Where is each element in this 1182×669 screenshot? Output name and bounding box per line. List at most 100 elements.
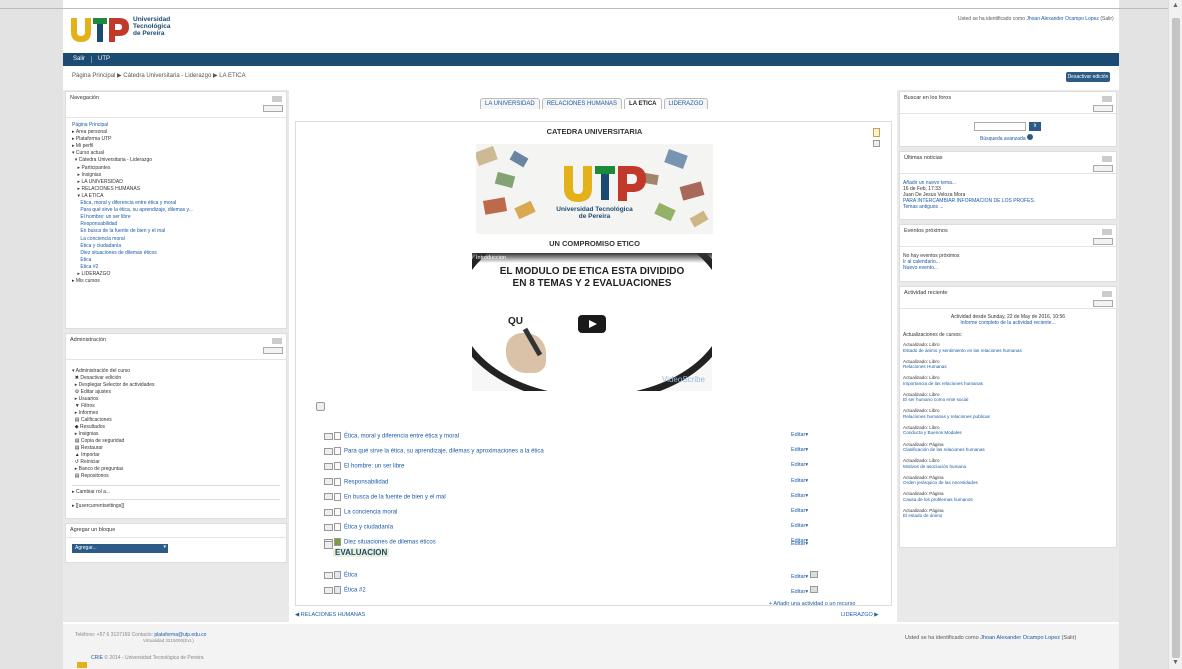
admin-item[interactable]: ▤ Repositorios: [72, 473, 280, 480]
quiz-edit-link[interactable]: Editar▾: [791, 586, 818, 595]
admin-item[interactable]: ▤ Calificaciones: [72, 417, 280, 424]
disable-editing-button[interactable]: Desactivar edición: [1066, 72, 1110, 82]
dock-icon[interactable]: [1102, 229, 1112, 235]
update-link[interactable]: Motivos de asociación humana: [903, 464, 1115, 470]
block-actions-icon[interactable]: [1093, 238, 1113, 245]
nav-item[interactable]: El hombre: un ser libre: [72, 214, 280, 221]
admin-item[interactable]: ▸ Informes: [72, 410, 280, 417]
admin-item[interactable]: ◆ Resultados: [72, 424, 280, 431]
next-section-link[interactable]: LIDERAZGO ▶: [841, 612, 879, 618]
utp-logo[interactable]: Universidad Tecnológica de Pereira: [69, 14, 179, 46]
roles-icon[interactable]: [809, 586, 818, 593]
update-link[interactable]: Causa de los problemas humanos: [903, 497, 1115, 503]
update-link[interactable]: El ser humano como ente social: [903, 397, 1115, 403]
crie-link[interactable]: CRIE: [91, 655, 103, 661]
full-report-link[interactable]: Informe completo de la actividad recient…: [960, 320, 1055, 326]
navbar-utp[interactable]: UTP: [98, 56, 110, 62]
activity-edit-link[interactable]: Editar▾: [791, 493, 808, 499]
play-button[interactable]: [578, 315, 606, 333]
move-icon[interactable]: [324, 493, 333, 501]
nav-item[interactable]: ▸ LIDERAZGO: [72, 271, 280, 278]
advanced-search-link[interactable]: Búsqueda avanzada: [980, 134, 1033, 142]
add-block-select[interactable]: Agregar... ▾: [72, 544, 168, 553]
activity-item[interactable]: Para qué sirve la ética, su aprendizaje,…: [324, 447, 544, 456]
nav-item[interactable]: ▸ Mi perfil: [72, 143, 280, 150]
search-forums-button[interactable]: Ir: [1029, 122, 1041, 131]
admin-item[interactable]: ▸ Desplegar Selector de actividades: [72, 382, 280, 389]
activity-label[interactable]: Responsabilidad: [344, 479, 388, 485]
activity-item[interactable]: La conciencia moral: [324, 508, 397, 516]
activity-item[interactable]: Ética, moral y diferencia entre ética y …: [324, 432, 459, 440]
nav-item[interactable]: Ética #2: [72, 264, 280, 271]
footer-logout-link[interactable]: (Salir): [1062, 635, 1077, 641]
block-actions-icon[interactable]: [1093, 105, 1113, 112]
dock-icon[interactable]: [272, 96, 282, 102]
activity-edit-link[interactable]: Editar▾: [791, 462, 808, 468]
quiz-item[interactable]: Ética: [324, 571, 357, 579]
move-icon[interactable]: [324, 478, 333, 486]
block-actions-icon[interactable]: [263, 347, 283, 354]
page-scrollbar[interactable]: ▲ ▼: [1168, 0, 1182, 669]
update-link[interactable]: Orden jerárquico de las necesidades: [903, 480, 1115, 486]
show-icon[interactable]: [873, 140, 880, 147]
scroll-down-icon[interactable]: ▼: [1172, 659, 1179, 666]
nav-item[interactable]: Diez situaciones de dilemas éticos: [72, 250, 280, 257]
activity-item[interactable]: Responsabilidad: [324, 477, 388, 486]
block-actions-icon[interactable]: [1093, 165, 1113, 172]
new-event-link[interactable]: Nuevo evento...: [903, 265, 938, 271]
activity-label[interactable]: Para qué sirve la ética, su aprendizaje,…: [344, 449, 544, 455]
activity-label[interactable]: Ética y ciudadanía: [344, 525, 393, 531]
help-icon[interactable]: [1026, 134, 1033, 140]
activity-edit-link[interactable]: Editar▾: [791, 447, 808, 453]
admin-item[interactable]: ▲ Importar: [72, 452, 280, 459]
scroll-thumb[interactable]: [1172, 18, 1180, 658]
move-icon[interactable]: [324, 586, 333, 594]
tab-la-universidad[interactable]: LA UNIVERSIDAD: [480, 98, 540, 109]
tab-la-etica[interactable]: LA ETICA: [624, 98, 662, 109]
search-forums-input[interactable]: [974, 122, 1026, 131]
nav-item[interactable]: En busca de la fuente de bien y el mal: [72, 228, 280, 235]
move-icon[interactable]: [324, 462, 333, 470]
nav-item[interactable]: ▸ Área personal: [72, 129, 280, 136]
label-move-icon[interactable]: [324, 541, 333, 549]
admin-item[interactable]: ▸ Cambiar rol a...: [72, 485, 280, 496]
move-icon[interactable]: [324, 571, 333, 579]
nav-item[interactable]: La conciencia moral: [72, 236, 280, 243]
nav-item[interactable]: Para qué sirve la ética, su aprendizaje,…: [72, 207, 280, 214]
section-edit-icon[interactable]: [316, 402, 325, 411]
update-link[interactable]: Conducta y Buenos Modales: [903, 430, 1115, 436]
quiz-item[interactable]: Ética #2: [324, 586, 366, 594]
move-icon[interactable]: [324, 432, 333, 440]
nav-item[interactable]: ▸ RELACIONES HUMANAS: [72, 186, 280, 193]
dock-icon[interactable]: [1102, 291, 1112, 297]
activity-edit-link[interactable]: Editar▾: [791, 478, 808, 484]
prev-section-link[interactable]: ◀ RELACIONES HUMANAS: [295, 612, 365, 618]
update-link[interactable]: Relaciones humanas y relaciones publicas: [903, 414, 1115, 420]
nav-item[interactable]: ▸ Plataforma UTP: [72, 136, 280, 143]
older-topics-link[interactable]: Temas antiguos ...: [903, 204, 944, 210]
admin-item[interactable]: ⚙ Editar ajustes: [72, 389, 280, 396]
logout-link[interactable]: (Salir): [1100, 16, 1113, 22]
nav-item[interactable]: Responsabilidad: [72, 221, 280, 228]
admin-item[interactable]: ▼ Filtros: [72, 403, 280, 410]
admin-item[interactable]: ▸ Usuarios: [72, 396, 280, 403]
add-activity-link[interactable]: + Añadir una actividad o un recurso: [769, 601, 855, 607]
nav-item[interactable]: ▾ LA ETICA: [72, 193, 280, 200]
nav-item[interactable]: ▸ Insignias: [72, 172, 280, 179]
admin-item[interactable]: ▸ Banco de preguntas: [72, 466, 280, 473]
activity-label[interactable]: Ética, moral y diferencia entre ética y …: [344, 434, 459, 440]
dock-icon[interactable]: [1102, 156, 1112, 162]
activity-label[interactable]: El hombre: un ser libre: [344, 464, 404, 470]
admin-item[interactable]: ▤ Copia de seguridad: [72, 438, 280, 445]
activity-label[interactable]: Diez situaciones de dilemas éticos: [344, 540, 436, 546]
activity-label[interactable]: En busca de la fuente de bien y el mal: [344, 494, 446, 500]
login-user-link[interactable]: Jhoan Alexander Ocampo Lopez: [1026, 16, 1099, 22]
footer-user-link[interactable]: Jhoan Alexander Ocampo Lopez: [980, 635, 1060, 641]
nav-item[interactable]: ▸ Participantes: [72, 165, 280, 172]
block-actions-icon[interactable]: [263, 105, 283, 112]
admin-item[interactable]: ▸ [[usercurrentsettings]]: [72, 499, 280, 510]
highlight-icon[interactable]: [873, 128, 880, 137]
dock-icon[interactable]: [1102, 96, 1112, 102]
update-link[interactable]: Clasificación de las relaciones humanas: [903, 447, 1115, 453]
nav-item[interactable]: ▾ Cátedra Universitaria - Liderazgo: [72, 157, 280, 164]
